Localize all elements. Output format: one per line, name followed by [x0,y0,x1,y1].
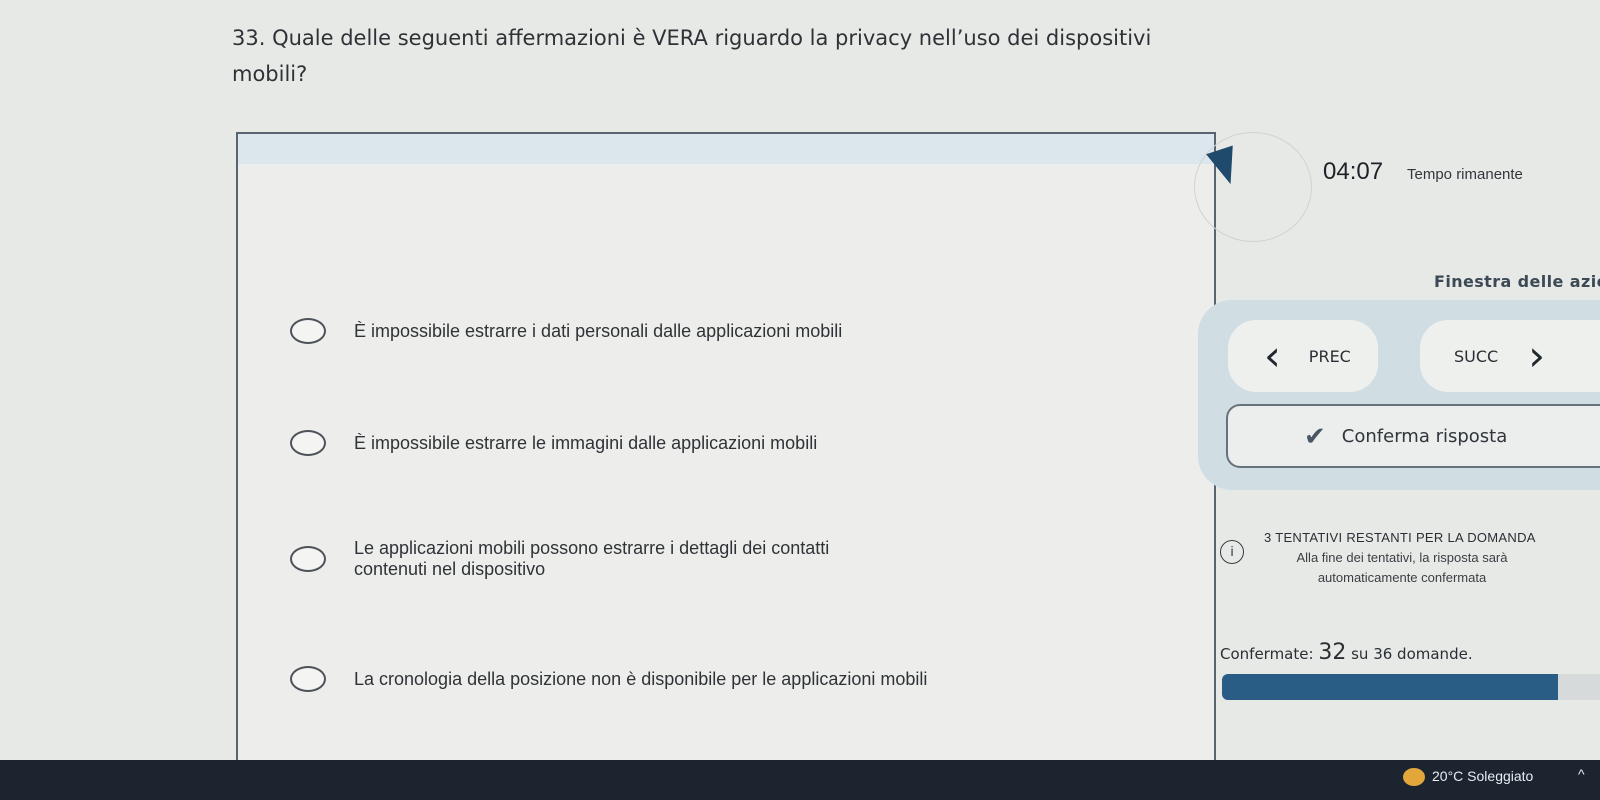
option-4[interactable]: La cronologia della posizione non è disp… [290,666,927,692]
option-2[interactable]: È impossibile estrarre le immagini dalle… [290,430,817,456]
option-4-radio[interactable] [290,666,326,692]
option-1-radio[interactable] [290,318,326,344]
option-4-label: La cronologia della posizione non è disp… [354,668,928,689]
check-icon: ✔ [1304,420,1326,451]
chevron-right-icon: › [1528,331,1546,380]
question-text: 33. Quale delle seguenti affermazioni è … [232,26,1152,86]
next-label: SUCC [1454,346,1499,366]
option-3[interactable]: Le applicazioni mobili possono estrarre … [290,538,874,580]
info-icon: i [1220,540,1244,564]
confirmed-number: 32 [1318,640,1347,665]
option-2-label: È impossibile estrarre le immagini dalle… [354,432,818,453]
confirm-label: Conferma risposta [1341,425,1508,447]
timer-dial [1194,132,1312,242]
progress-fill [1222,674,1559,700]
option-1-label: È impossibile estrarre i dati personali … [354,320,843,341]
confirmed-count: Confermate: 32 su 36 domande. [1220,640,1473,665]
chevron-left-icon: ‹ [1264,331,1281,380]
answer-options-panel: È impossibile estrarre i dati personali … [236,132,1216,762]
prev-label: PREC [1308,346,1351,366]
timer-value: 04:07 [1323,158,1384,185]
actions-panel: ‹ PREC SUCC › ✔ Conferma risposta [1198,300,1600,490]
chevron-up-icon[interactable]: ^ [1578,766,1585,782]
progress-bar [1222,674,1600,700]
confirm-answer-button[interactable]: ✔ Conferma risposta [1226,404,1600,468]
attempts-remaining: 3 TENTATIVI RESTANTI PER LA DOMANDA [1264,530,1536,545]
option-3-radio[interactable] [290,546,326,572]
answer-panel-header [238,134,1214,164]
confirmed-suffix: su 36 domande. [1351,645,1473,663]
sun-cloud-icon [1403,768,1425,786]
taskbar: 20°C Soleggiato ^ [0,760,1600,800]
attempts-note: Alla fine dei tentativi, la risposta sar… [1296,550,1508,585]
next-button[interactable]: SUCC › [1420,320,1600,392]
option-3-label: Le applicazioni mobili possono estrarre … [354,538,830,579]
timer-progress-wedge [1206,145,1244,189]
timer-label: Tempo rimanente [1407,166,1523,183]
option-1[interactable]: È impossibile estrarre i dati personali … [290,318,842,344]
prev-button[interactable]: ‹ PREC [1228,320,1378,392]
actions-title: Finestra delle azioni [1434,272,1600,291]
confirmed-prefix: Confermate: [1220,645,1314,663]
side-panel: 04:07 Tempo rimanente Finestra delle azi… [1194,120,1600,760]
option-2-radio[interactable] [290,430,326,456]
weather-text[interactable]: 20°C Soleggiato [1432,768,1533,784]
